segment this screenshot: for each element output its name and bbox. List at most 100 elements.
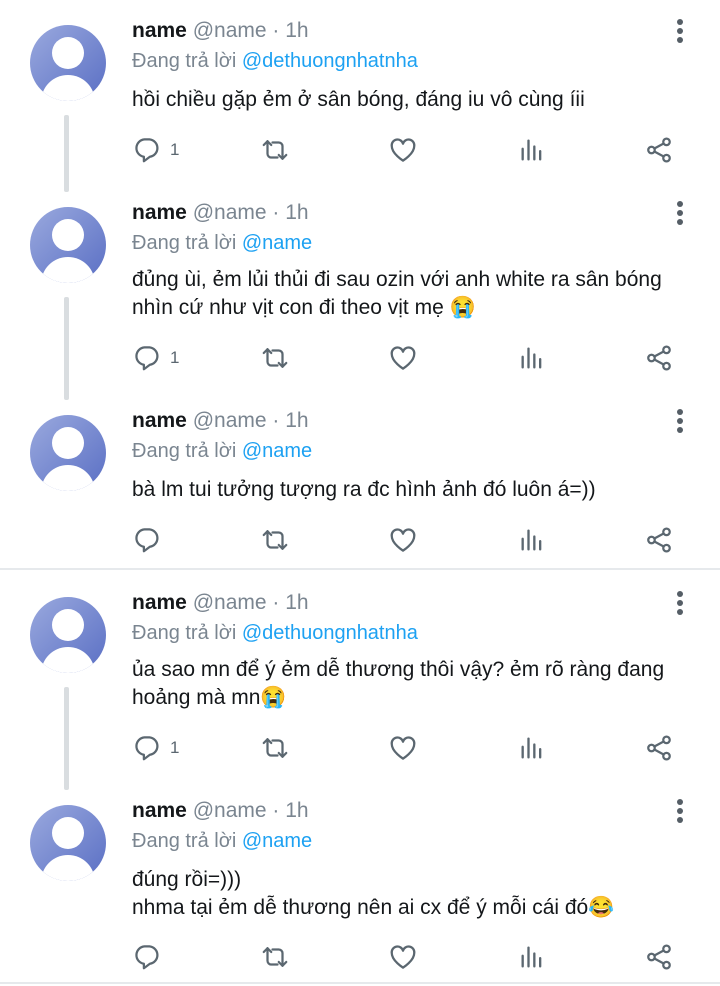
share-button[interactable]	[644, 728, 674, 768]
retweet-button[interactable]	[258, 937, 292, 977]
retweet-icon	[258, 525, 292, 555]
tweet-text-line: đủng ùi, ẻm lủi thủi đi sau ozin với anh…	[132, 268, 662, 291]
more-dot	[677, 427, 683, 433]
like-button[interactable]	[388, 338, 418, 378]
tweet-text-line: bà lm tui tưởng tượng ra đc hình ảnh đó …	[132, 478, 596, 501]
heart-icon	[388, 942, 418, 972]
reply-button[interactable]: 1	[132, 728, 179, 768]
retweet-icon	[258, 135, 292, 165]
user-handle[interactable]: @name	[193, 799, 267, 822]
reply-icon	[132, 525, 162, 555]
timestamp[interactable]: 1h	[285, 201, 308, 224]
share-button[interactable]	[644, 937, 674, 977]
display-name[interactable]: name	[132, 19, 187, 42]
avatar[interactable]	[30, 415, 106, 491]
display-name[interactable]: name	[132, 591, 187, 614]
reply-mention-link[interactable]: @dethuongnhatnha	[242, 622, 418, 644]
tweet-text: đúng rồi=))) nhma tại ẻm dễ thương nên ai…	[132, 866, 712, 922]
tweet-header: name @name · 1h	[132, 18, 309, 44]
analytics-icon	[518, 942, 546, 972]
avatar-head-shape	[52, 817, 84, 849]
more-vertical-icon[interactable]	[670, 406, 690, 436]
avatar[interactable]	[30, 805, 106, 881]
more-vertical-icon[interactable]	[670, 588, 690, 618]
tweet-header: name @name · 1h	[132, 798, 309, 824]
more-dot	[677, 609, 683, 615]
reply-button[interactable]	[132, 520, 170, 560]
retweet-icon	[258, 343, 292, 373]
avatar-head-shape	[52, 37, 84, 69]
reply-mention-link[interactable]: @dethuongnhatnha	[242, 50, 418, 72]
reply-mention-link[interactable]: @name	[242, 830, 312, 852]
tweet-text-line: ủa sao mn để ý ẻm dễ thương thôi vậy? ẻm…	[132, 658, 665, 681]
analytics-icon	[518, 135, 546, 165]
reply-icon	[132, 343, 162, 373]
thread-divider	[0, 568, 720, 570]
timestamp[interactable]: 1h	[285, 19, 308, 42]
avatar-body-shape	[41, 465, 95, 491]
user-handle[interactable]: @name	[193, 201, 267, 224]
tweet-actions	[0, 937, 720, 977]
avatar-body-shape	[41, 75, 95, 101]
avatar-head-shape	[52, 219, 84, 251]
tweet-actions: 1	[0, 338, 720, 378]
avatar[interactable]	[30, 597, 106, 673]
more-vertical-icon[interactable]	[670, 198, 690, 228]
like-button[interactable]	[388, 130, 418, 170]
analytics-button[interactable]	[518, 520, 546, 560]
reply-mention-link[interactable]: @name	[242, 232, 312, 254]
user-handle[interactable]: @name	[193, 19, 267, 42]
tweet-header: name @name · 1h	[132, 200, 309, 226]
reply-button[interactable]: 1	[132, 338, 179, 378]
share-icon	[644, 343, 674, 373]
more-dot	[677, 19, 683, 25]
reply-button[interactable]	[132, 937, 170, 977]
separator-dot: ·	[272, 19, 280, 42]
heart-icon	[388, 733, 418, 763]
more-dot	[677, 37, 683, 43]
more-vertical-icon[interactable]	[670, 796, 690, 826]
reply-icon	[132, 135, 162, 165]
reply-button[interactable]: 1	[132, 130, 179, 170]
timestamp[interactable]: 1h	[285, 409, 308, 432]
tweet-header: name @name · 1h	[132, 408, 309, 434]
tweet-header: name @name · 1h	[132, 590, 309, 616]
analytics-button[interactable]	[518, 728, 546, 768]
analytics-button[interactable]	[518, 130, 546, 170]
share-icon	[644, 942, 674, 972]
avatar-head-shape	[52, 427, 84, 459]
avatar[interactable]	[30, 207, 106, 283]
avatar[interactable]	[30, 25, 106, 101]
display-name[interactable]: name	[132, 201, 187, 224]
reply-context: Đang trả lời @dethuongnhatnha	[132, 620, 418, 646]
retweet-button[interactable]	[258, 520, 292, 560]
tweet-text-line: nhìn cứ như vịt con đi theo vịt mẹ 😭	[132, 296, 476, 319]
like-button[interactable]	[388, 728, 418, 768]
user-handle[interactable]: @name	[193, 409, 267, 432]
reply-prefix: Đang trả lời	[132, 830, 237, 852]
tweet-text-line: nhma tại ẻm dễ thương nên ai cx để ý mỗi…	[132, 896, 615, 919]
display-name[interactable]: name	[132, 409, 187, 432]
analytics-button[interactable]	[518, 937, 546, 977]
separator-dot: ·	[272, 799, 280, 822]
retweet-button[interactable]	[258, 338, 292, 378]
more-vertical-icon[interactable]	[670, 16, 690, 46]
display-name[interactable]: name	[132, 799, 187, 822]
reply-context: Đang trả lời @name	[132, 828, 312, 854]
like-button[interactable]	[388, 520, 418, 560]
analytics-button[interactable]	[518, 338, 546, 378]
reply-count: 1	[170, 140, 180, 159]
share-button[interactable]	[644, 338, 674, 378]
tweet-text: ủa sao mn để ý ẻm dễ thương thôi vậy? ẻm…	[132, 656, 712, 712]
reply-prefix: Đang trả lời	[132, 232, 237, 254]
timestamp[interactable]: 1h	[285, 799, 308, 822]
like-button[interactable]	[388, 937, 418, 977]
timestamp[interactable]: 1h	[285, 591, 308, 614]
user-handle[interactable]: @name	[193, 591, 267, 614]
reply-icon	[132, 942, 162, 972]
retweet-button[interactable]	[258, 130, 292, 170]
retweet-button[interactable]	[258, 728, 292, 768]
reply-mention-link[interactable]: @name	[242, 440, 312, 462]
share-button[interactable]	[644, 520, 674, 560]
share-button[interactable]	[644, 130, 674, 170]
